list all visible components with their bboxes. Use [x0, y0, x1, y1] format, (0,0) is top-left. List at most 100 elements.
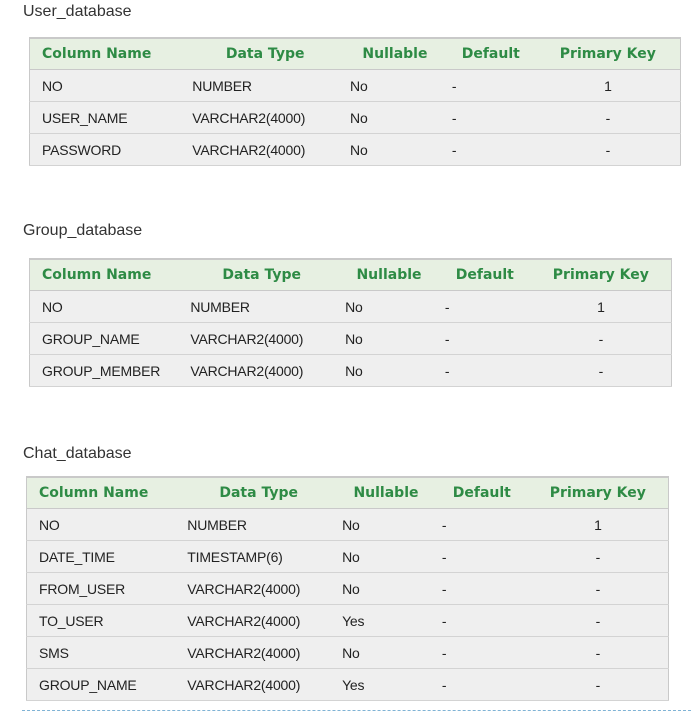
table-cell: VARCHAR2(4000) [181, 668, 337, 701]
table-cell: - [535, 101, 681, 134]
table-cell: 1 [527, 508, 669, 541]
table-cell: 1 [530, 290, 672, 323]
table-cell: - [435, 668, 528, 701]
table-cell: NUMBER [184, 290, 340, 323]
table-cell: TIMESTAMP(6) [181, 540, 337, 573]
table-cell: - [445, 69, 536, 102]
table-row: NO NUMBER No -1 [29, 69, 681, 102]
table-cell: - [530, 354, 672, 387]
table-cell: USER_NAME [29, 101, 187, 134]
table-cell: DATE_TIME [26, 540, 182, 573]
table-cell: - [530, 322, 672, 355]
table-row: TO_USER VARCHAR2(4000) Yes - - [26, 604, 669, 637]
table-cell: NO [29, 290, 185, 323]
table-row: NO NUMBER No -1 [26, 508, 669, 541]
table-row: GROUP_NAME VARCHAR2(4000) Yes - - [26, 668, 669, 701]
table-cell: No [336, 508, 436, 541]
table-header-row: Column Name Data Type Nullable Default P… [26, 477, 669, 509]
table-cell: PASSWORD [29, 133, 187, 166]
table-cell: - [527, 668, 669, 701]
table-cell: VARCHAR2(4000) [184, 322, 340, 355]
column-header: Column Name [26, 477, 182, 509]
table-cell: VARCHAR2(4000) [186, 133, 345, 166]
table-cell: - [435, 540, 528, 573]
table-row: PASSWORD VARCHAR2(4000) No - - [29, 133, 681, 166]
section-title-group-database: Group_database [23, 222, 143, 239]
table-cell: VARCHAR2(4000) [181, 604, 337, 637]
table-cell: No [344, 69, 446, 102]
table-cell: - [435, 572, 528, 605]
column-header: Nullable [336, 477, 436, 509]
table-cell: No [339, 354, 439, 387]
table-cell: TO_USER [26, 604, 182, 637]
table-cell: No [339, 290, 439, 323]
table-row: SMS VARCHAR2(4000) No - - [26, 636, 669, 669]
table-cell: - [435, 604, 528, 637]
table-cell: No [336, 572, 436, 605]
table-cell: - [435, 636, 528, 669]
table-body: NO NUMBER No -1 USER_NAME VARCHAR2(4000) No - - P… [29, 69, 681, 166]
table-cell: - [527, 636, 669, 669]
column-header: Nullable [339, 259, 439, 291]
user-database-table: Column Name Data Type Nullable Default P… [29, 37, 681, 166]
table-cell: GROUP_MEMBER [29, 354, 185, 387]
table-body: NO NUMBER No -1 GROUP_NAME VARCHAR2(4000) No - -… [29, 290, 672, 387]
table-cell: VARCHAR2(4000) [181, 572, 337, 605]
column-header: Primary Key [535, 38, 681, 70]
table-cell: No [336, 636, 436, 669]
section-title-user-database: User_database [23, 3, 132, 20]
table-cell: No [339, 322, 439, 355]
column-header: Default [435, 477, 528, 509]
table-row: NO NUMBER No -1 [29, 290, 672, 323]
table-row: GROUP_NAME VARCHAR2(4000) No - - [29, 322, 672, 355]
table-cell: Yes [336, 604, 436, 637]
table-header-row: Column Name Data Type Nullable Default P… [29, 38, 681, 70]
table-row: USER_NAME VARCHAR2(4000) No - - [29, 101, 681, 134]
table-cell: - [527, 540, 669, 573]
table-row: GROUP_MEMBER VARCHAR2(4000) No - - [29, 354, 672, 387]
table-body: NO NUMBER No -1 DATE_TIME TIMESTAMP(6) No - - FRO… [26, 508, 669, 701]
table-row: FROM_USER VARCHAR2(4000) No - - [26, 572, 669, 605]
column-header: Nullable [344, 38, 446, 70]
table-cell: No [336, 540, 436, 573]
table-cell: GROUP_NAME [29, 322, 185, 355]
table-cell: - [445, 133, 536, 166]
column-header: Column Name [29, 38, 187, 70]
table-cell: VARCHAR2(4000) [181, 636, 337, 669]
column-header: Data Type [181, 477, 337, 509]
table-cell: VARCHAR2(4000) [186, 101, 345, 134]
group-database-table: Column Name Data Type Nullable Default P… [29, 258, 672, 387]
column-header: Data Type [184, 259, 340, 291]
column-header: Primary Key [530, 259, 672, 291]
column-header: Primary Key [527, 477, 669, 509]
chat-database-table: Column Name Data Type Nullable Default P… [26, 476, 669, 701]
table-header-row: Column Name Data Type Nullable Default P… [29, 259, 672, 291]
table-cell: - [438, 322, 531, 355]
table-cell: NUMBER [186, 69, 345, 102]
table-cell: NO [29, 69, 187, 102]
table-cell: - [535, 133, 681, 166]
table-cell: - [527, 604, 669, 637]
section-title-chat-database: Chat_database [23, 445, 132, 462]
table-cell: GROUP_NAME [26, 668, 182, 701]
column-header: Default [438, 259, 531, 291]
table-cell: VARCHAR2(4000) [184, 354, 340, 387]
column-header: Column Name [29, 259, 185, 291]
table-cell: Yes [336, 668, 436, 701]
table-cell: - [438, 354, 531, 387]
table-cell: No [344, 133, 446, 166]
table-cell: - [527, 572, 669, 605]
table-cell: 1 [535, 69, 681, 102]
table-row: DATE_TIME TIMESTAMP(6) No - - [26, 540, 669, 573]
column-header: Default [445, 38, 536, 70]
column-header: Data Type [186, 38, 345, 70]
table-cell: SMS [26, 636, 182, 669]
table-cell: - [438, 290, 531, 323]
dashed-divider [22, 710, 691, 711]
table-cell: NO [26, 508, 182, 541]
table-cell: No [344, 101, 446, 134]
table-cell: - [435, 508, 528, 541]
table-cell: - [445, 101, 536, 134]
table-cell: FROM_USER [26, 572, 182, 605]
table-cell: NUMBER [181, 508, 337, 541]
